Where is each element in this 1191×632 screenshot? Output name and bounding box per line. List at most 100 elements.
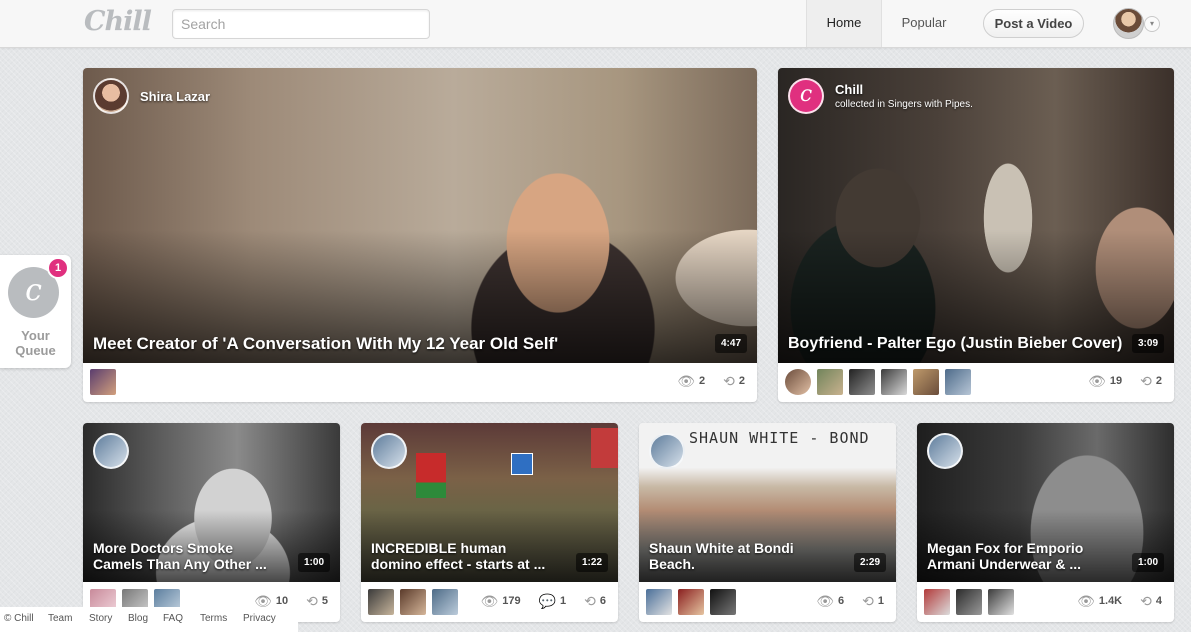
flag-red-green — [416, 453, 446, 498]
post-video-button[interactable]: Post a Video — [983, 9, 1084, 38]
poster-avatar[interactable] — [649, 433, 685, 469]
chill-logo-avatar[interactable]: c — [788, 78, 824, 114]
video-card[interactable]: INCREDIBLE human domino effect - starts … — [361, 423, 618, 622]
comment-count: 1 — [560, 595, 567, 607]
repost-icon[interactable]: ⟲ — [584, 594, 596, 608]
liker-avatar[interactable] — [849, 369, 875, 395]
liker-avatar[interactable] — [432, 589, 458, 615]
nav-popular-tab[interactable]: Popular — [886, 0, 962, 47]
liker-avatar[interactable] — [817, 369, 843, 395]
footer-link-privacy[interactable]: Privacy — [243, 613, 276, 624]
footer-link-team[interactable]: Team — [48, 613, 72, 624]
eye-icon: 👁 — [480, 593, 499, 609]
video-thumbnail[interactable]: INCREDIBLE human domino effect - starts … — [361, 423, 618, 582]
eye-icon: 👁 — [254, 593, 272, 609]
liker-avatar[interactable] — [881, 369, 907, 395]
view-count: 179 — [502, 595, 521, 607]
liker-avatar[interactable] — [400, 589, 426, 615]
video-thumbnail[interactable]: Megan Fox for Emporio Armani Underwear &… — [917, 423, 1174, 582]
video-card[interactable]: Megan Fox for Emporio Armani Underwear &… — [917, 423, 1174, 622]
view-count: 10 — [275, 595, 289, 607]
video-title[interactable]: Shaun White at Bondi Beach. — [649, 540, 834, 572]
flag-red-right — [591, 428, 618, 468]
share-count: 2 — [1155, 375, 1162, 387]
card-footer: 👁 179 💬 1 ⟲ 6 — [361, 582, 618, 622]
video-thumbnail[interactable]: c Chill collected in Singers with Pipes.… — [778, 68, 1174, 363]
chill-logo[interactable]: Chill — [84, 6, 152, 37]
card-footer: 👁 6 ⟲ 1 — [639, 582, 896, 622]
queue-label: Your Queue — [15, 328, 56, 358]
video-card[interactable]: SHAUN WHITE - BOND Shaun White at Bondi … — [639, 423, 896, 622]
share-count: 1 — [877, 595, 884, 607]
footer-link-faq[interactable]: FAQ — [163, 613, 183, 624]
video-title[interactable]: INCREDIBLE human domino effect - starts … — [371, 540, 556, 572]
video-title[interactable]: More Doctors Smoke Camels Than Any Other… — [93, 540, 278, 572]
video-duration: 4:47 — [714, 334, 747, 353]
video-title[interactable]: Meet Creator of 'A Conversation With My … — [93, 333, 558, 354]
top-navigation-bar: Chill Home Popular Post a Video ▾ — [0, 0, 1191, 48]
eye-icon: 👁 — [816, 593, 835, 609]
search-input[interactable] — [172, 9, 430, 39]
video-card-featured[interactable]: Shira Lazar Meet Creator of 'A Conversat… — [83, 68, 757, 402]
collection-note[interactable]: collected in Singers with Pipes. — [835, 99, 973, 110]
video-thumbnail[interactable]: SHAUN WHITE - BOND Shaun White at Bondi … — [639, 423, 896, 582]
poster-avatar[interactable] — [371, 433, 407, 469]
video-thumbnail[interactable]: Shira Lazar Meet Creator of 'A Conversat… — [83, 68, 757, 363]
video-stats: 👁 179 💬 1 ⟲ 6 — [480, 594, 606, 608]
liker-avatar[interactable] — [924, 589, 950, 615]
footer-link-blog[interactable]: Blog — [128, 613, 148, 624]
liker-avatar[interactable] — [368, 589, 394, 615]
queue-count-badge: 1 — [47, 257, 69, 279]
user-avatar[interactable] — [1113, 8, 1144, 39]
repost-icon[interactable]: ⟲ — [1140, 374, 1152, 388]
view-count: 2 — [699, 375, 706, 387]
liker-avatar[interactable] — [710, 589, 736, 615]
video-title[interactable]: Megan Fox for Emporio Armani Underwear &… — [927, 540, 1112, 572]
liker-avatar[interactable] — [988, 589, 1014, 615]
share-count: 5 — [321, 595, 328, 607]
poster-avatar[interactable] — [93, 433, 129, 469]
video-card[interactable]: More Doctors Smoke Camels Than Any Other… — [83, 423, 340, 622]
video-stats: 👁 2 ⟲ 2 — [677, 374, 745, 388]
video-duration: 1:00 — [297, 553, 330, 572]
footer-link-story[interactable]: Story — [89, 613, 112, 624]
repost-icon[interactable]: ⟲ — [862, 594, 874, 608]
poster-name[interactable]: Shira Lazar — [140, 89, 210, 104]
video-duration: 1:22 — [575, 553, 608, 572]
repost-icon[interactable]: ⟲ — [723, 374, 735, 388]
share-count: 4 — [1155, 595, 1162, 607]
liker-avatar[interactable] — [785, 369, 811, 395]
liker-avatar[interactable] — [956, 589, 982, 615]
eye-icon: 👁 — [677, 373, 696, 389]
poster-avatar[interactable] — [93, 78, 129, 114]
liker-avatar[interactable] — [646, 589, 672, 615]
video-title[interactable]: Boyfriend - Palter Ego (Justin Bieber Co… — [788, 333, 1122, 354]
nav-home-tab[interactable]: Home — [806, 0, 882, 47]
poster-name[interactable]: Chill — [835, 82, 863, 97]
liker-avatar[interactable] — [90, 369, 116, 395]
repost-icon[interactable]: ⟲ — [1140, 594, 1152, 608]
video-stats: 👁 10 ⟲ 5 — [254, 594, 328, 608]
repost-icon[interactable]: ⟲ — [306, 594, 318, 608]
liker-avatar[interactable] — [678, 589, 704, 615]
poster-avatar[interactable] — [927, 433, 963, 469]
video-duration: 2:29 — [853, 553, 886, 572]
video-duration: 1:00 — [1131, 553, 1164, 572]
footer-link-terms[interactable]: Terms — [200, 613, 227, 624]
share-count: 6 — [599, 595, 606, 607]
site-footer: © Chill Team Story Blog FAQ Terms Privac… — [0, 607, 298, 632]
video-stats: 👁 6 ⟲ 1 — [816, 594, 884, 608]
chevron-down-icon[interactable]: ▾ — [1144, 16, 1160, 32]
share-count: 2 — [738, 375, 745, 387]
liker-avatar[interactable] — [945, 369, 971, 395]
video-card-featured[interactable]: c Chill collected in Singers with Pipes.… — [778, 68, 1174, 402]
liker-avatar[interactable] — [913, 369, 939, 395]
your-queue-button[interactable]: c 1 Your Queue — [0, 255, 71, 368]
comment-icon[interactable]: 💬 — [539, 594, 556, 608]
card-footer: 👁 2 ⟲ 2 — [83, 362, 757, 402]
view-count: 1.4K — [1098, 595, 1123, 607]
eye-icon: 👁 — [1077, 593, 1095, 609]
video-stats: 👁 1.4K ⟲ 4 — [1077, 594, 1162, 608]
footer-copyright: © Chill — [4, 613, 34, 624]
video-thumbnail[interactable]: More Doctors Smoke Camels Than Any Other… — [83, 423, 340, 582]
